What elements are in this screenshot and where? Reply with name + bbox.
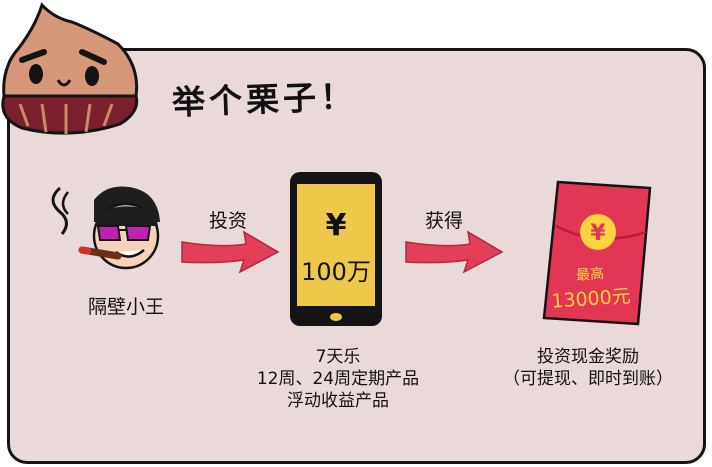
product-line-2: 12周、24周定期产品 bbox=[256, 369, 420, 389]
svg-text:¥: ¥ bbox=[590, 221, 606, 246]
product-line-1: 7天乐 bbox=[315, 347, 361, 367]
chestnut-mascot bbox=[1, 2, 139, 135]
arrow-right-icon-2 bbox=[405, 230, 504, 274]
headline: 举个栗子！ bbox=[171, 76, 358, 122]
phone-currency: ¥ bbox=[325, 208, 347, 243]
product-line-3: 浮动收益产品 bbox=[287, 391, 389, 411]
reward-line-1: 投资现金奖励 bbox=[537, 347, 639, 367]
arrow-right-icon bbox=[181, 230, 280, 274]
investor-avatar bbox=[51, 186, 160, 270]
product-caption: 7天乐 12周、24周定期产品 浮动收益产品 bbox=[228, 346, 448, 412]
phone-icon bbox=[290, 172, 382, 326]
reward-caption: 投资现金奖励 （可提现、即时到账） bbox=[478, 346, 698, 390]
investor-name: 隔壁小王 bbox=[87, 296, 164, 318]
phone-amount: 100万 bbox=[301, 258, 371, 286]
reward-line-2: （可提现、即时到账） bbox=[503, 369, 673, 389]
